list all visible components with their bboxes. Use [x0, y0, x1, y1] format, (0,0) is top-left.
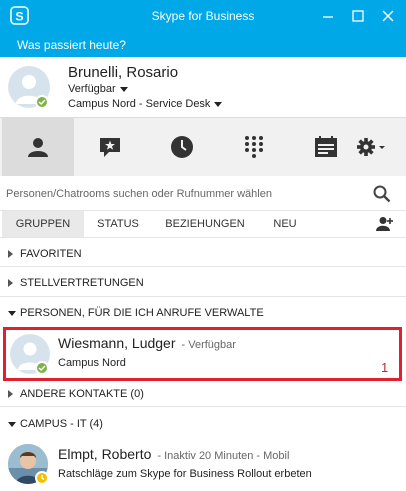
- tab-contacts[interactable]: [2, 118, 74, 176]
- maximize-icon[interactable]: [348, 6, 368, 26]
- group-delegates[interactable]: STELLVERTRETUNGEN: [0, 271, 406, 295]
- chevron-down-icon: [214, 101, 223, 107]
- contact-elmpt[interactable]: Elmpt, Roberto - Inaktiv 20 Minuten - Mob…: [0, 438, 406, 491]
- status-away-icon: [35, 471, 49, 485]
- minimize-icon[interactable]: [318, 6, 338, 26]
- chevron-down-icon: [119, 86, 128, 92]
- tab-groups[interactable]: GRUPPEN: [2, 211, 84, 237]
- contact-name-text: Elmpt, Roberto: [58, 446, 152, 462]
- marker-number: 1: [381, 360, 389, 375]
- main-navigation: [0, 117, 406, 176]
- meetings-icon: [315, 136, 337, 157]
- whats-happening-placeholder: Was passiert heute?: [17, 38, 126, 52]
- group-other-contacts[interactable]: ANDERE KONTAKTE (0): [0, 382, 406, 406]
- chevron-right-icon: [8, 250, 13, 258]
- location-dropdown[interactable]: Campus Nord - Service Desk: [68, 98, 223, 110]
- contact-name: Elmpt, Roberto - Inaktiv 20 Minuten - Mob…: [58, 446, 289, 462]
- chevron-right-icon: [8, 390, 13, 398]
- search-icon[interactable]: [373, 185, 391, 203]
- contacts-icon: [28, 138, 48, 157]
- add-contact-icon[interactable]: [374, 216, 394, 232]
- tab-relationships[interactable]: BEZIEHUNGEN: [156, 211, 254, 237]
- group-managed-label: PERSONEN, FÜR DIE ICH ANRUFE VERWALTE: [20, 307, 264, 319]
- availability-label: Verfügbar: [68, 83, 116, 95]
- tab-status[interactable]: STATUS: [86, 211, 150, 237]
- chevron-right-icon: [8, 279, 13, 287]
- chat-star-icon: [100, 138, 120, 157]
- contact-note: Ratschläge zum Skype for Business Rollou…: [58, 468, 312, 480]
- availability-dropdown[interactable]: Verfügbar: [68, 83, 128, 95]
- group-managed[interactable]: PERSONEN, FÜR DIE ICH ANRUFE VERWALTE: [0, 301, 406, 325]
- contact-status: - Inaktiv 20 Minuten - Mobil: [157, 450, 290, 462]
- dialpad-icon: [245, 136, 263, 158]
- tab-new[interactable]: NEU: [262, 211, 308, 237]
- my-name: Brunelli, Rosario: [68, 64, 179, 81]
- group-other-label: ANDERE KONTAKTE (0): [20, 388, 144, 400]
- status-available-icon: [35, 95, 49, 109]
- close-icon[interactable]: [378, 6, 398, 26]
- settings-menu-button[interactable]: [340, 118, 404, 176]
- group-favorites-label: FAVORITEN: [20, 248, 82, 260]
- my-profile: Brunelli, Rosario Verfügbar Campus Nord …: [0, 57, 406, 117]
- title-bar: S Skype for Business: [0, 0, 406, 32]
- search-input[interactable]: [6, 183, 366, 205]
- search-bar: [0, 177, 406, 211]
- group-delegates-label: STELLVERTRETUNGEN: [20, 277, 144, 289]
- group-favorites[interactable]: FAVORITEN: [0, 242, 406, 266]
- tab-conversations[interactable]: [74, 118, 146, 176]
- whats-happening-field[interactable]: Was passiert heute?: [0, 32, 406, 57]
- selection-highlight: [3, 327, 402, 381]
- chevron-down-icon: [8, 311, 16, 316]
- clock-icon: [171, 136, 193, 158]
- tab-dialpad[interactable]: [218, 118, 290, 176]
- group-campus-label: CAMPUS - IT (4): [20, 418, 103, 430]
- chevron-down-icon: [8, 422, 16, 427]
- group-campus-it[interactable]: CAMPUS - IT (4): [0, 412, 406, 436]
- location-label: Campus Nord - Service Desk: [68, 98, 211, 110]
- contact-filter-tabs: GRUPPEN STATUS BEZIEHUNGEN NEU: [0, 211, 406, 238]
- window-title: Skype for Business: [151, 9, 255, 23]
- gear-icon: [357, 138, 385, 156]
- tab-recent[interactable]: [146, 118, 218, 176]
